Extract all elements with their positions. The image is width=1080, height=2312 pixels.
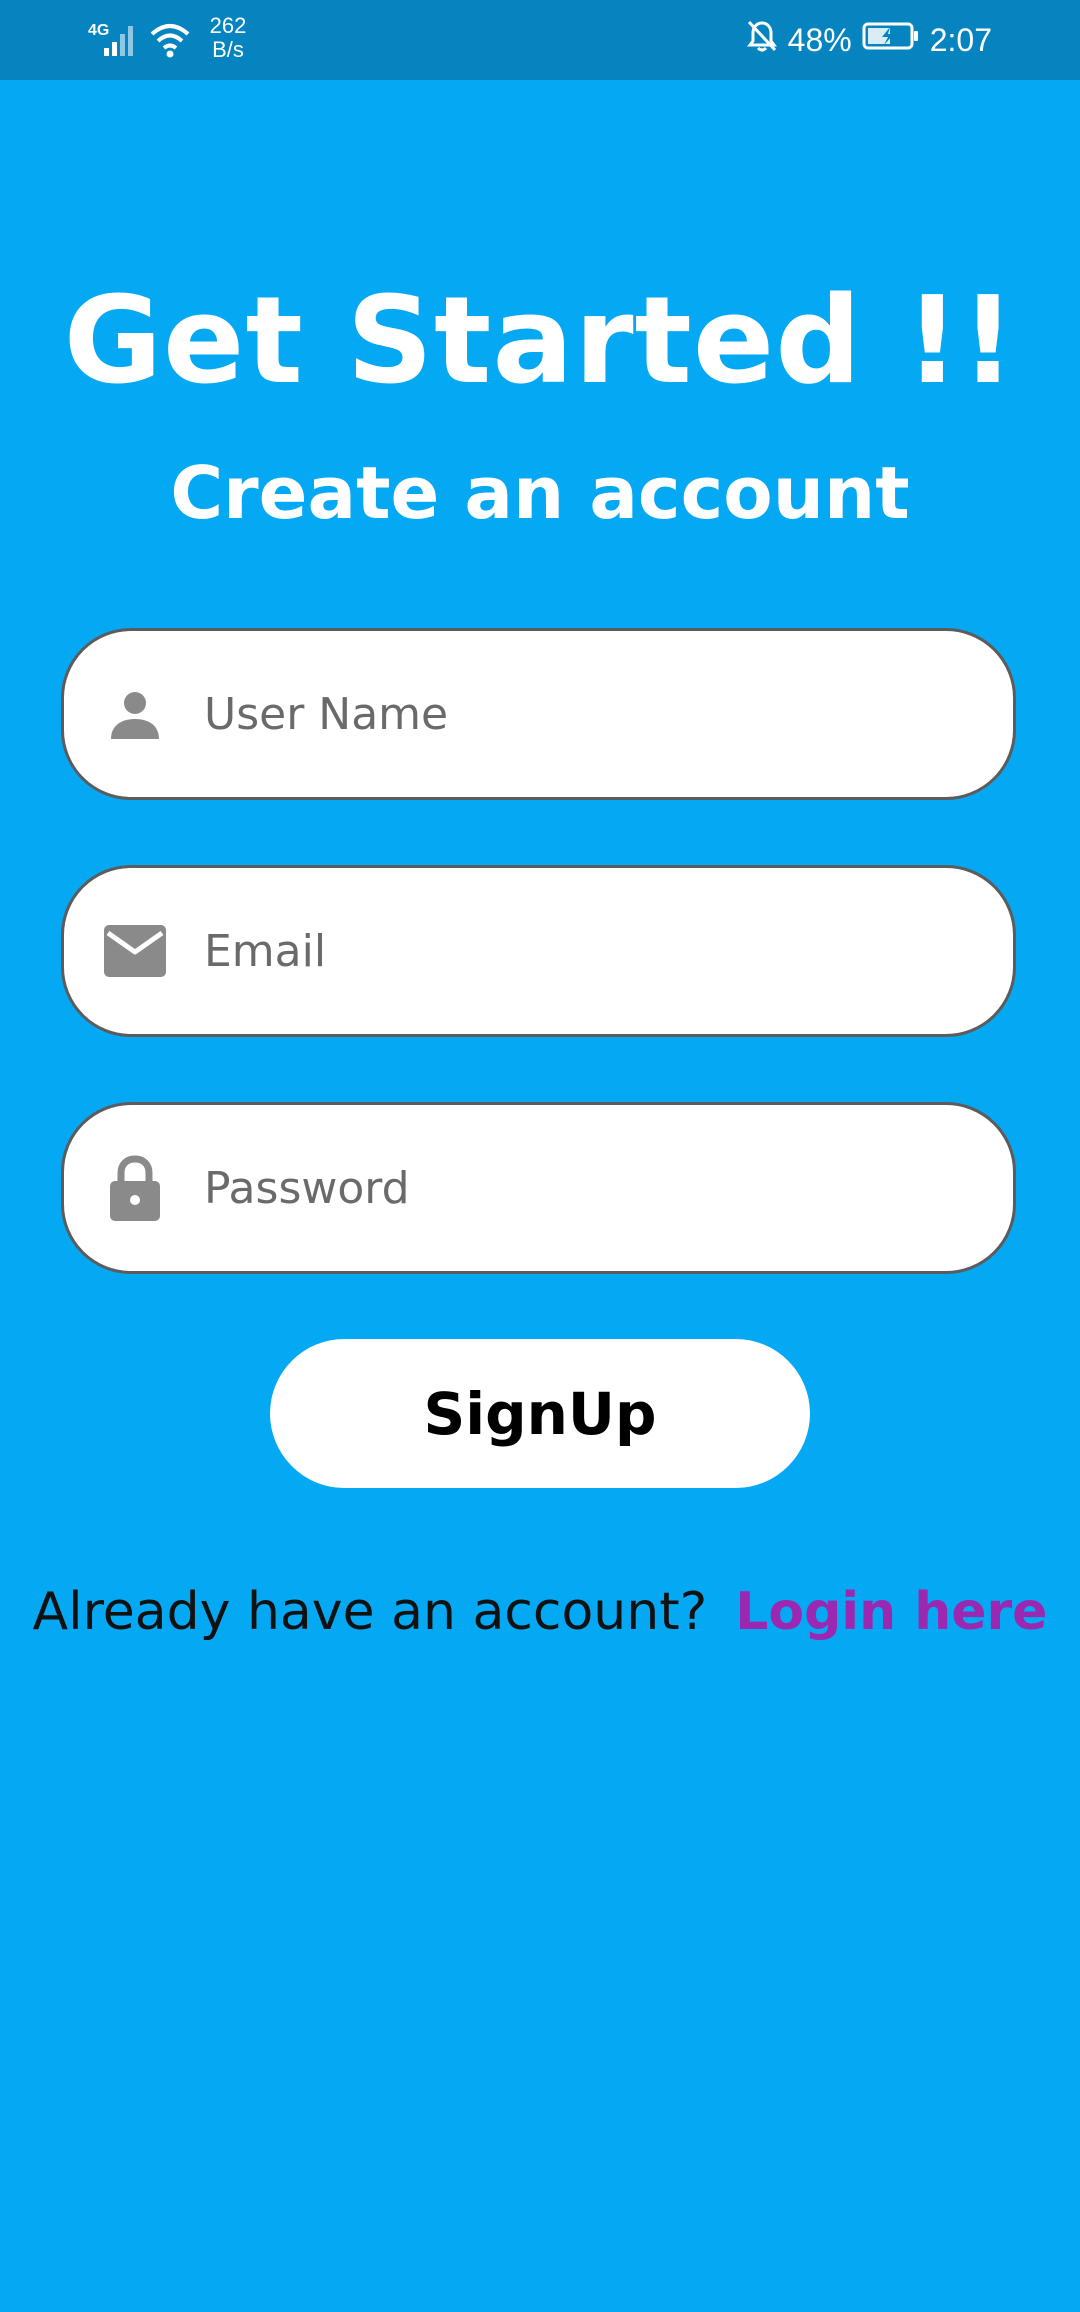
- username-field[interactable]: [61, 628, 1016, 800]
- username-input[interactable]: [204, 631, 964, 797]
- envelope-icon: [102, 918, 168, 984]
- battery-percent: 48%: [787, 21, 852, 58]
- wifi-icon: [148, 20, 192, 65]
- login-here-link[interactable]: Login here: [735, 1582, 1047, 1642]
- password-field[interactable]: [61, 1102, 1016, 1274]
- network-speed-unit: B/s: [212, 37, 244, 62]
- status-bar: 4G 262 B/s 48% 2:07: [0, 0, 1080, 80]
- battery-charging-icon: [862, 21, 920, 59]
- lock-icon: [102, 1155, 168, 1221]
- email-field[interactable]: [61, 865, 1016, 1037]
- page-subtitle: Create an account: [170, 451, 910, 535]
- password-input[interactable]: [204, 1105, 964, 1271]
- signup-button[interactable]: SignUp: [270, 1339, 810, 1488]
- network-speed-value: 262: [209, 13, 247, 38]
- status-right: 48% 2:07: [746, 14, 992, 66]
- person-icon: [102, 681, 168, 747]
- bell-muted-icon: [746, 19, 778, 61]
- login-prompt-text: Already have an account?: [32, 1582, 708, 1642]
- email-input[interactable]: [204, 868, 964, 1034]
- clock-time: 2:07: [929, 21, 992, 58]
- login-prompt-row: Already have an account? Login here: [0, 1572, 1080, 1652]
- signal-strength-icon: [102, 22, 142, 61]
- page-title: Get Started !!: [63, 272, 1017, 411]
- network-speed: 262 B/s: [198, 14, 258, 62]
